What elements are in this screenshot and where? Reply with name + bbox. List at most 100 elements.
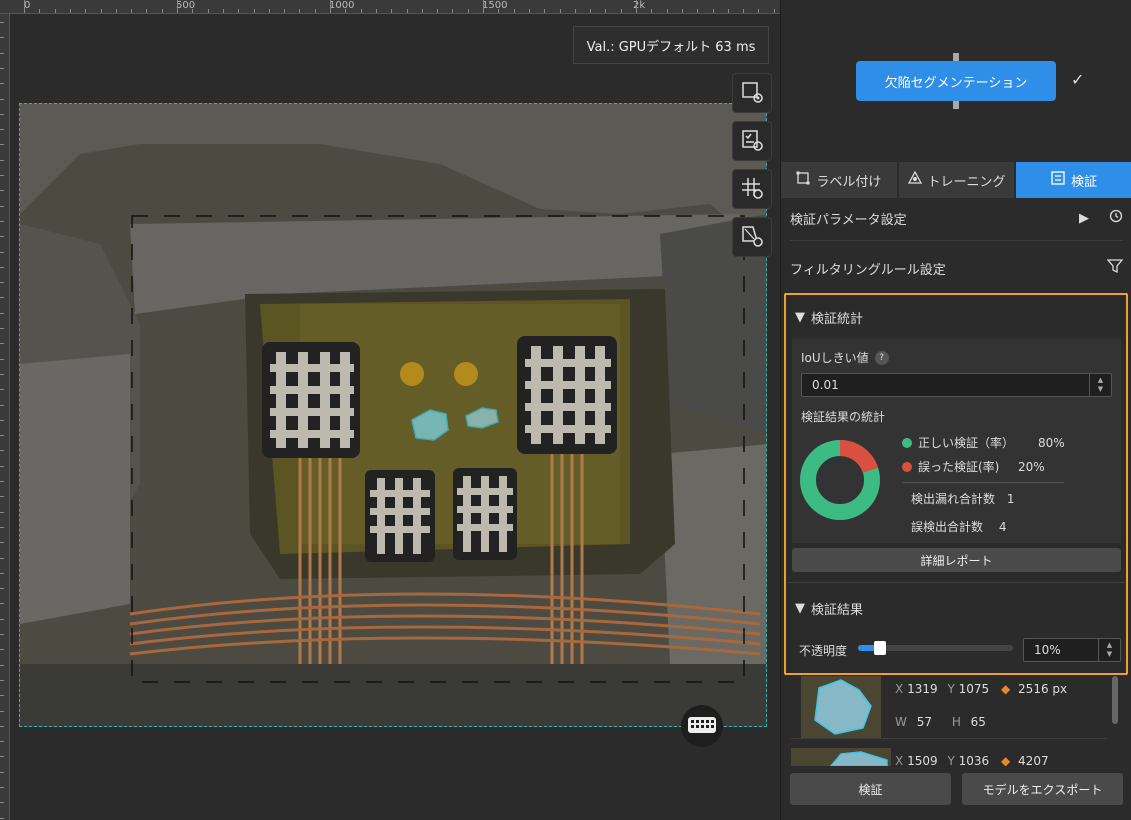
ruler-tick (0, 511, 4, 513)
inference-time-badge: Val.: GPUデフォルト 63 ms (573, 26, 769, 64)
ruler-tick (0, 634, 4, 635)
ruler-tick (681, 9, 683, 13)
result-thumbnail[interactable] (791, 748, 891, 766)
pad-3 (365, 470, 435, 562)
ruler-tick (697, 9, 699, 13)
keyboard-shortcuts-button[interactable] (681, 705, 723, 747)
checklist-view-button[interactable] (732, 121, 772, 161)
ruler-tick (0, 159, 4, 161)
stats-section-header[interactable]: ▼ 検証統計 (795, 308, 863, 327)
result-thumbnail[interactable] (801, 676, 881, 738)
pipeline-connector (953, 101, 959, 109)
keyboard-icon (687, 715, 717, 738)
ruler-label: 1000 (329, 0, 355, 11)
results-section-header[interactable]: ▼ 検証結果 (795, 599, 863, 618)
circuit-image (20, 104, 766, 726)
validation-icon (1051, 171, 1065, 189)
ruler-tick (513, 9, 515, 13)
ruler-tick (314, 9, 316, 13)
ruler-tick (727, 9, 729, 13)
ruler-tick (743, 9, 745, 13)
ruler-tick (0, 542, 4, 544)
ruler-tick (666, 9, 668, 13)
tab-training[interactable]: トレーニング (898, 162, 1015, 198)
iou-threshold-input[interactable]: 0.01 ▲ ▼ (801, 373, 1112, 397)
ruler-tick (0, 404, 4, 406)
mask-view-button[interactable] (732, 217, 772, 257)
iou-stepper[interactable]: ▲ ▼ (1089, 374, 1111, 396)
divider (788, 582, 1125, 583)
results-scrollbar[interactable] (1112, 676, 1118, 724)
validation-params-row[interactable]: 検証パラメータ設定 ▶ (790, 206, 1123, 230)
ruler-tick (391, 9, 393, 13)
ruler-tick (636, 0, 637, 13)
defect-segmentation-step-button[interactable]: 欠陥セグメンテーション (856, 61, 1056, 101)
ruler-tick (161, 9, 163, 13)
caret-down-icon: ▼ (795, 310, 805, 325)
donut-chart (800, 440, 880, 520)
ruler-tick (0, 343, 4, 345)
wrong-dot-icon (902, 461, 912, 472)
inspection-image[interactable] (19, 103, 767, 727)
ruler-tick (574, 9, 576, 13)
export-model-button[interactable]: モデルをエクスポート (962, 773, 1123, 805)
ruler-tick (498, 9, 500, 13)
filter-icon[interactable] (1106, 258, 1124, 278)
ruler-tick (330, 0, 331, 13)
ruler-tick (0, 312, 4, 314)
x-label: X (895, 682, 904, 696)
opacity-slider[interactable] (858, 641, 1013, 655)
detail-report-button[interactable]: 詳細レポート (792, 548, 1121, 572)
ruler-tick (0, 450, 4, 452)
ruler-tick (131, 9, 133, 13)
ruler-tick (0, 113, 4, 115)
ruler-tick (375, 9, 377, 13)
ruler-tick (0, 588, 4, 590)
history-icon[interactable] (1109, 209, 1123, 227)
ruler-tick (758, 9, 760, 13)
check-icon: ✓ (1071, 70, 1085, 89)
ruler-tick (467, 9, 469, 13)
tab-validation[interactable]: 検証 (1016, 162, 1131, 198)
help-icon[interactable]: ? (874, 350, 889, 365)
ruler-tick (0, 557, 4, 559)
grid-view-button[interactable] (732, 169, 772, 209)
ruler-tick (192, 9, 194, 13)
ruler-tick (0, 756, 4, 758)
wrong-value: 20% (1018, 459, 1045, 474)
mask-view-icon (740, 224, 764, 251)
ruler-tick (0, 465, 4, 467)
stats-panel: IoUしきい値 ? 0.01 ▲ ▼ 検証結果の統計 正しい検証（率） 80% 誤… (792, 338, 1121, 543)
ruler-tick (0, 220, 4, 222)
result-item-1-size: W 57 H 65 (895, 715, 1131, 729)
ruler-tick (0, 710, 4, 712)
ruler-tick (0, 328, 4, 329)
ruler-tick (0, 649, 4, 651)
opacity-input[interactable]: 10% ▲ ▼ (1023, 638, 1121, 662)
ruler-tick (0, 526, 4, 528)
slider-handle[interactable] (873, 641, 886, 655)
ruler-tick (452, 9, 454, 13)
tab-labeling[interactable]: ラベル付け (781, 162, 897, 198)
ruler-tick (0, 802, 4, 804)
opacity-stepper[interactable]: ▲ ▼ (1098, 639, 1120, 661)
play-icon[interactable]: ▶ (1079, 211, 1089, 226)
bbox-view-button[interactable] (732, 73, 772, 113)
opacity-value: 10% (1034, 643, 1061, 657)
ruler-tick (0, 67, 4, 69)
ruler-tick (0, 297, 4, 299)
validate-button[interactable]: 検証 (790, 773, 951, 805)
ruler-tick (0, 389, 4, 391)
pad-2 (517, 336, 617, 454)
correct-legend: 正しい検証（率） 80% (902, 434, 1065, 451)
tab-label: トレーニング (927, 174, 1006, 190)
ruler-tick (0, 52, 4, 54)
filtering-rules-label: フィルタリングルール設定 (790, 262, 946, 278)
ruler-tick (559, 9, 561, 13)
right-panel: 欠陥セグメンテーション ✓ ラベル付け トレーニング 検証 検証パラメータ設定 … (780, 0, 1131, 820)
wrong-label: 誤った検証(率) (918, 460, 1000, 474)
w-label: W (895, 715, 907, 729)
ruler-tick (0, 236, 4, 238)
false-value: 4 (998, 520, 1007, 534)
filtering-rules-row[interactable]: フィルタリングルール設定 (790, 256, 1124, 280)
